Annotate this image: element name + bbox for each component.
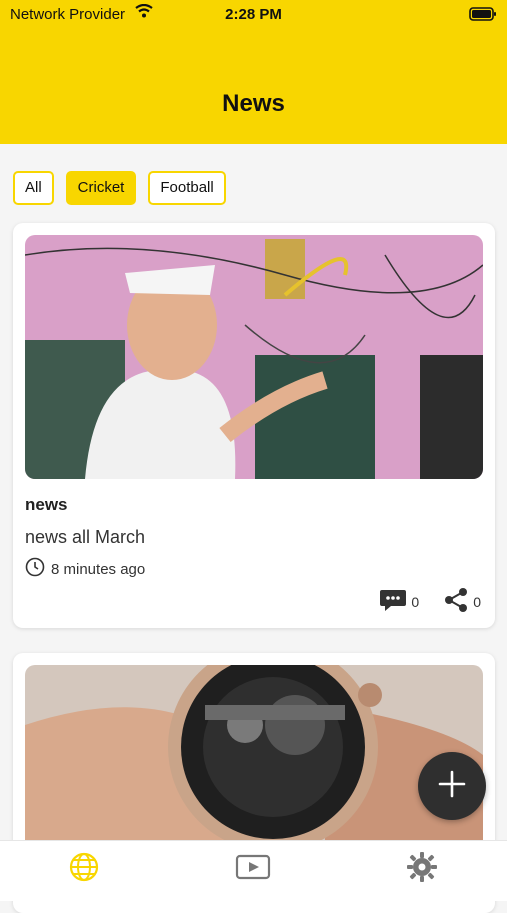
battery-icon (469, 7, 497, 25)
tab-settings[interactable] (402, 849, 442, 889)
add-news-button[interactable] (418, 752, 486, 820)
comment-button[interactable]: 0 (379, 587, 419, 616)
share-button[interactable]: 0 (443, 587, 481, 616)
plus-icon (437, 769, 467, 804)
news-timestamp: 8 minutes ago (25, 557, 145, 581)
news-actions: 0 0 (379, 587, 481, 616)
gear-icon (406, 851, 438, 888)
news-image[interactable] (25, 235, 483, 479)
news-card[interactable]: news news all March 8 minutes ago 0 0 (13, 223, 495, 628)
comment-count: 0 (411, 593, 420, 610)
share-count: 0 (473, 593, 481, 610)
category-filter: All Cricket Football (13, 171, 226, 205)
filter-chip-label: Football (160, 179, 214, 196)
tab-videos[interactable] (233, 849, 273, 889)
filter-chip-all[interactable]: All (13, 171, 54, 205)
comment-icon (379, 587, 407, 616)
filter-chip-label: Cricket (77, 179, 125, 196)
filter-chip-label: All (25, 179, 42, 196)
filter-chip-football[interactable]: Football (148, 171, 226, 205)
status-time: 2:28 PM (225, 6, 282, 23)
clock-icon (25, 557, 45, 581)
filter-chip-cricket[interactable]: Cricket (65, 171, 137, 205)
bottom-tab-bar (0, 840, 507, 901)
news-summary: news all March (25, 527, 146, 547)
globe-icon (68, 851, 100, 888)
app-header: News (0, 28, 507, 144)
tab-news[interactable] (64, 849, 104, 889)
video-icon (235, 852, 271, 887)
status-bar: Network Provider 2:28 PM (0, 0, 507, 28)
share-icon (443, 587, 469, 616)
page-title: News (222, 90, 285, 117)
timestamp-text: 8 minutes ago (51, 560, 146, 578)
news-title[interactable]: news (25, 495, 68, 515)
